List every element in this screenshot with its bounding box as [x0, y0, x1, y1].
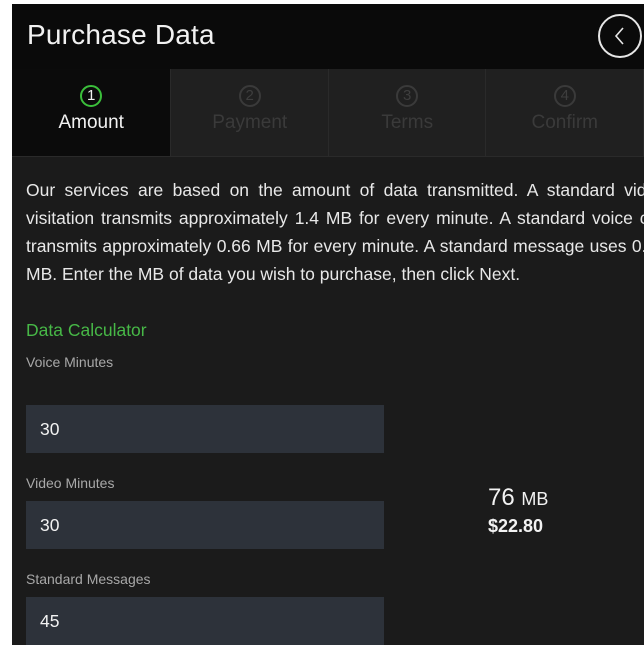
- step-tabs: 1 Amount 2 Payment 3 Terms 4 Confirm: [12, 69, 644, 157]
- calculator-title: Data Calculator: [26, 320, 147, 340]
- back-button[interactable]: [598, 14, 642, 58]
- total-mb: 76 MB: [488, 484, 548, 512]
- voice-minutes-input[interactable]: 30: [26, 405, 384, 453]
- standard-messages-label: Standard Messages: [26, 571, 151, 587]
- step-tab-confirm[interactable]: 4 Confirm: [486, 69, 644, 156]
- step-number: 3: [396, 85, 419, 107]
- video-minutes-input[interactable]: 30: [26, 501, 384, 549]
- step-label: Terms: [381, 112, 434, 133]
- step-number: 1: [80, 85, 103, 107]
- step-label: Confirm: [531, 112, 598, 133]
- total-price: $22.80: [488, 516, 544, 536]
- header-bar: Purchase Data: [12, 4, 644, 69]
- step-label: Payment: [212, 112, 288, 133]
- description-text: Our services are based on the amount of …: [26, 180, 644, 284]
- step-number: 4: [553, 85, 576, 107]
- step-tab-payment[interactable]: 2 Payment: [171, 69, 329, 156]
- step-number: 2: [238, 85, 261, 107]
- step-tab-terms[interactable]: 3 Terms: [329, 69, 487, 156]
- chevron-left-icon: [614, 27, 624, 45]
- step-label: Amount: [58, 112, 124, 133]
- step-tab-amount[interactable]: 1 Amount: [12, 69, 172, 156]
- page-title: Purchase Data: [27, 19, 215, 50]
- total-mb-value: 76: [488, 484, 515, 511]
- standard-messages-input[interactable]: 45: [26, 597, 384, 645]
- mb-unit: MB: [521, 489, 549, 509]
- voice-minutes-label: Voice Minutes: [26, 354, 114, 370]
- video-minutes-label: Video Minutes: [26, 475, 115, 491]
- purchase-data-screen: Purchase Data 1 Amount 2 Payment 3 Terms…: [12, 4, 644, 645]
- calculation-result: 76 MB $22.80: [488, 484, 548, 537]
